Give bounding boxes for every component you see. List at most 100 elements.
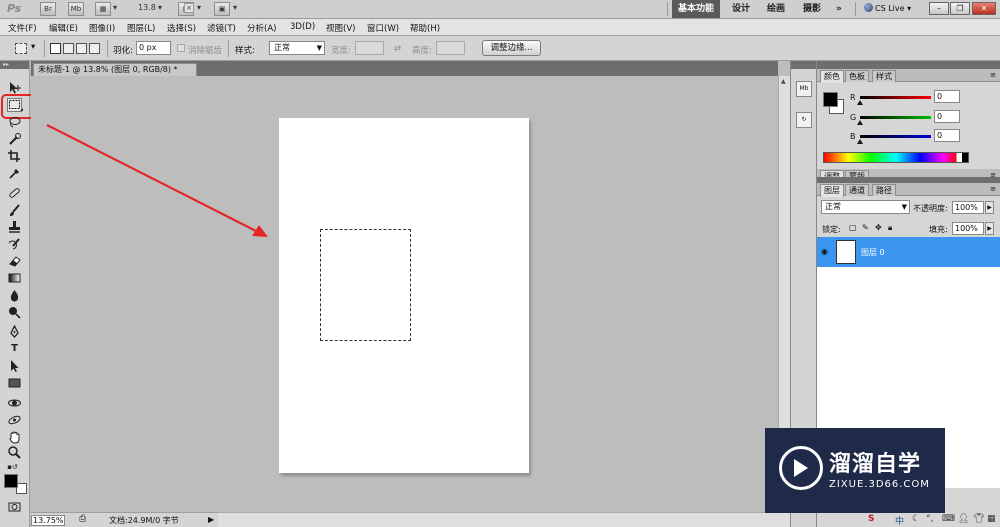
- red-slider[interactable]: [860, 96, 931, 99]
- moon-icon[interactable]: ☾: [912, 514, 920, 524]
- tab-paths[interactable]: 路径: [872, 184, 896, 196]
- workspace-photography[interactable]: 摄影: [797, 0, 827, 18]
- 3d-rotate-tool-icon[interactable]: [7, 396, 22, 410]
- keyboard-icon[interactable]: ⌨: [942, 514, 955, 524]
- workspace-essentials[interactable]: 基本功能: [672, 0, 721, 18]
- mini-bridge-button[interactable]: Mb: [68, 2, 84, 16]
- add-selection-icon[interactable]: [63, 43, 74, 54]
- dock-header[interactable]: [791, 61, 816, 69]
- layer-name[interactable]: 图层 0: [861, 247, 885, 258]
- screen-mode-button[interactable]: ▣: [214, 2, 230, 16]
- refine-edge-button[interactable]: 调整边缘...: [482, 40, 541, 56]
- red-value[interactable]: 0: [934, 90, 960, 103]
- style-select[interactable]: 正常 ▼: [269, 41, 325, 55]
- zoom-tool-icon[interactable]: [7, 445, 22, 459]
- tab-swatches[interactable]: 色板: [845, 70, 869, 82]
- scroll-up-icon[interactable]: ▲: [781, 78, 786, 85]
- zoom-level[interactable]: 13.8: [138, 3, 156, 12]
- menu-3d[interactable]: 3D(D): [290, 22, 315, 32]
- foreground-color-chip[interactable]: [823, 92, 838, 107]
- clone-stamp-tool-icon[interactable]: [7, 220, 22, 234]
- green-slider[interactable]: [860, 116, 931, 119]
- tool-preset-icon[interactable]: [15, 43, 27, 54]
- panel-menu-icon[interactable]: ≡: [990, 71, 996, 79]
- minimize-button[interactable]: –: [929, 2, 949, 15]
- mini-bridge-icon[interactable]: Mb: [796, 81, 812, 97]
- feather-input[interactable]: 0 px: [136, 41, 171, 55]
- fill-slider-arrow-icon[interactable]: ▶: [985, 222, 994, 235]
- swap-icon[interactable]: ⇄: [394, 44, 401, 54]
- type-tool-icon[interactable]: T: [7, 342, 22, 356]
- brush-tool-icon[interactable]: [7, 203, 22, 217]
- blue-slider[interactable]: [860, 135, 931, 138]
- layer-row[interactable]: ◉ 图层 0: [817, 237, 1000, 267]
- lasso-tool-icon[interactable]: [7, 115, 22, 129]
- hand-tool-icon[interactable]: [7, 430, 22, 444]
- antialias-checkbox[interactable]: [177, 44, 185, 52]
- green-slider-handle[interactable]: [857, 120, 863, 125]
- height-input[interactable]: [436, 41, 465, 55]
- lock-transparent-icon[interactable]: ▢: [849, 223, 857, 232]
- path-selection-tool-icon[interactable]: [7, 359, 22, 373]
- menu-analysis[interactable]: 分析(A): [247, 22, 276, 34]
- grid-icon[interactable]: ▦: [987, 514, 996, 524]
- eraser-tool-icon[interactable]: [7, 254, 22, 268]
- bridge-button[interactable]: Br: [40, 2, 56, 16]
- punctuation-icon[interactable]: °,: [926, 514, 933, 524]
- menu-layer[interactable]: 图层(L): [127, 22, 155, 34]
- chevron-down-icon[interactable]: ▾: [113, 3, 117, 12]
- blur-tool-icon[interactable]: [7, 288, 22, 302]
- cs-live-button[interactable]: CS Live ▾: [864, 3, 911, 13]
- restore-button[interactable]: ❐: [950, 2, 970, 15]
- color-spectrum-bar[interactable]: [823, 152, 969, 163]
- more-workspaces-button[interactable]: »: [830, 0, 848, 18]
- fill-input[interactable]: 100%: [952, 222, 984, 235]
- sogou-icon[interactable]: S: [868, 514, 874, 524]
- quick-selection-tool-icon[interactable]: [7, 132, 22, 146]
- opacity-slider-arrow-icon[interactable]: ▶: [985, 201, 994, 214]
- menu-help[interactable]: 帮助(H): [410, 22, 440, 34]
- green-value[interactable]: 0: [934, 110, 960, 123]
- pen-tool-icon[interactable]: [7, 325, 22, 339]
- chevron-down-icon[interactable]: ▾: [31, 42, 35, 52]
- menu-edit[interactable]: 编辑(E): [49, 22, 78, 34]
- move-tool-icon[interactable]: [7, 81, 22, 95]
- eye-icon[interactable]: ◉: [821, 247, 831, 257]
- zoom-field[interactable]: 13.75%: [31, 515, 65, 526]
- blue-value[interactable]: 0: [934, 129, 960, 142]
- rectangle-shape-tool-icon[interactable]: [7, 376, 22, 390]
- dodge-tool-icon[interactable]: [7, 305, 22, 319]
- blend-mode-select[interactable]: 正常 ▼: [821, 200, 910, 214]
- tab-layers[interactable]: 图层: [820, 184, 844, 197]
- panel-header[interactable]: [817, 61, 1000, 69]
- lock-all-icon[interactable]: 🔒︎: [888, 223, 892, 233]
- stamp-icon[interactable]: ⎙: [79, 514, 86, 524]
- default-colors-icon[interactable]: ▪↺: [5, 460, 20, 474]
- menu-select[interactable]: 选择(S): [167, 22, 196, 34]
- lock-position-icon[interactable]: ✥: [875, 223, 882, 232]
- subtract-selection-icon[interactable]: [76, 43, 87, 54]
- shirt-icon[interactable]: 👕︎: [973, 514, 984, 524]
- panel-menu-icon[interactable]: ≡: [990, 185, 996, 193]
- chevron-down-icon[interactable]: ▾: [158, 3, 162, 12]
- chevron-down-icon[interactable]: ▾: [233, 3, 237, 12]
- eyedropper-tool-icon[interactable]: [7, 166, 22, 180]
- close-button[interactable]: ✕: [972, 2, 996, 15]
- document-tab[interactable]: 未标题-1 @ 13.8% (图层 0, RGB/8) *: [33, 63, 197, 76]
- user-icon[interactable]: 👤︎: [958, 514, 969, 524]
- marquee-selection[interactable]: [320, 229, 411, 341]
- toolbox-header[interactable]: ▸▸: [0, 61, 29, 69]
- healing-brush-tool-icon[interactable]: [7, 186, 22, 200]
- 3d-orbit-tool-icon[interactable]: [7, 413, 22, 427]
- crop-tool-icon[interactable]: [7, 149, 22, 163]
- opacity-input[interactable]: 100%: [952, 201, 984, 214]
- menu-image[interactable]: 图像(I): [89, 22, 115, 34]
- workspace-painting[interactable]: 绘画: [761, 0, 791, 18]
- tab-channels[interactable]: 通道: [845, 184, 869, 196]
- ime-indicator[interactable]: 中: [895, 514, 904, 527]
- menu-window[interactable]: 窗口(W): [367, 22, 399, 34]
- history-brush-tool-icon[interactable]: [7, 237, 22, 251]
- chevron-down-icon[interactable]: ▾: [197, 3, 201, 12]
- view-extras-button[interactable]: ▦: [95, 2, 111, 16]
- lock-pixels-icon[interactable]: ✎: [862, 223, 869, 232]
